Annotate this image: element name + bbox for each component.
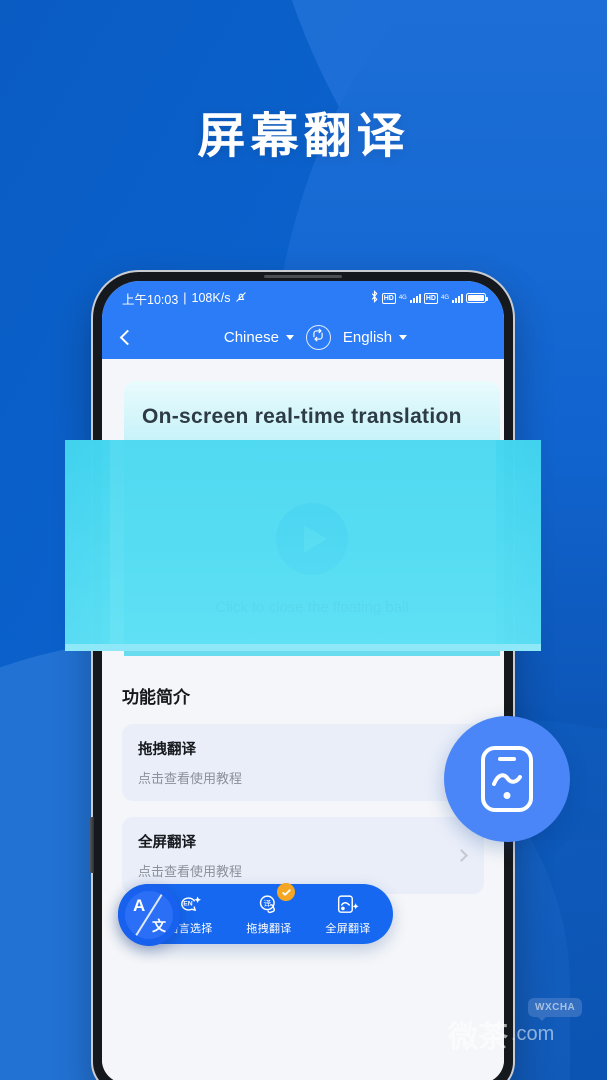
phone-gesture-icon — [481, 746, 533, 812]
status-time: 上午10:03 — [122, 292, 179, 307]
status-separator: | — [183, 291, 187, 305]
feature-subtitle: 点击查看使用教程 — [138, 864, 243, 879]
battery-icon — [466, 293, 488, 303]
phone-screen: 上午10:03 | 108K/s HD 4G HD 4G Chinese Eng… — [102, 281, 504, 1080]
target-language-label: English — [342, 328, 393, 346]
hd-label-2: HD — [423, 292, 438, 304]
toolbar-item-label: 拖拽翻译 — [246, 923, 292, 935]
watermark-domain: .com — [511, 1022, 555, 1045]
bluetooth-icon — [370, 290, 379, 306]
section-title: 功能简介 — [122, 688, 190, 707]
status-network-speed: 108K/s — [191, 291, 231, 305]
page-title: 屏幕翻译 — [197, 110, 410, 163]
nav-bar: Chinese English — [102, 315, 504, 359]
back-button[interactable] — [119, 329, 136, 345]
play-button[interactable] — [276, 503, 348, 575]
phone-gesture-badge — [444, 716, 570, 842]
feature-row-fullscreen-translate[interactable]: 全屏翻译 点击查看使用教程 — [122, 817, 484, 894]
fullscreen-translate-icon — [317, 892, 379, 918]
translate-ball-icon: A 文 — [125, 891, 173, 939]
content-section: 功能简介 拖拽翻译 点击查看使用教程 全屏翻译 点击查看使用教程 — [102, 661, 504, 1080]
toolbar-item-drag-translate[interactable]: 译 拖拽翻译 — [238, 883, 300, 936]
svg-text:译: 译 — [264, 899, 272, 908]
feature-title: 拖拽翻译 — [138, 742, 196, 758]
source-language-label: Chinese — [223, 328, 279, 346]
source-language-selector[interactable]: Chinese — [224, 329, 294, 346]
signal-bars-1 — [409, 293, 421, 303]
screenshot-root: 屏幕翻译 上午10:03 | 108K/s HD 4G HD 4G Chines… — [0, 0, 607, 1080]
toolbar-item-label: 全屏翻译 — [325, 923, 371, 935]
svg-text:EN: EN — [183, 900, 193, 907]
swap-languages-icon — [311, 328, 325, 347]
ball-letter-latin: A — [133, 896, 146, 915]
feature-row-drag-translate[interactable]: 拖拽翻译 点击查看使用教程 — [122, 724, 484, 801]
watermark-badge: WXCHA — [528, 998, 583, 1021]
phone-gesture-dot — [503, 792, 511, 799]
feature-subtitle: 点击查看使用教程 — [138, 771, 243, 786]
phone-gesture-dash — [498, 757, 516, 761]
phone-side-button[interactable] — [89, 817, 94, 873]
play-icon — [304, 525, 327, 553]
net-label-1: 4G — [398, 295, 407, 301]
chevron-down-icon — [399, 334, 408, 340]
feature-title: 全屏翻译 — [138, 835, 196, 851]
phone-mockup: 上午10:03 | 108K/s HD 4G HD 4G Chinese Eng… — [89, 272, 513, 1080]
swap-languages-button[interactable] — [305, 324, 331, 350]
status-bar: 上午10:03 | 108K/s HD 4G HD 4G — [102, 281, 504, 315]
watermark-text: 微茶 — [448, 1021, 508, 1054]
toolbar-item-fullscreen-translate[interactable]: 全屏翻译 — [317, 892, 379, 936]
target-language-selector[interactable]: English — [342, 328, 408, 346]
net-label-2: 4G — [440, 295, 449, 301]
chevron-down-icon — [285, 334, 294, 340]
hd-label-1: HD — [381, 292, 396, 304]
watermark: 微茶 .com WXCHA — [448, 998, 583, 1056]
translation-card[interactable]: On-screen real-time translation Click to… — [124, 381, 500, 656]
check-badge — [277, 883, 295, 901]
translation-card-subtitle: Click to close the floating ball — [215, 599, 409, 616]
translate-floating-ball[interactable]: A 文 — [118, 884, 180, 946]
translation-card-title: On-screen real-time translation — [142, 405, 462, 428]
bell-muted-icon — [235, 291, 247, 306]
signal-bars-2 — [452, 293, 463, 303]
ball-letter-cjk: 文 — [152, 918, 166, 934]
